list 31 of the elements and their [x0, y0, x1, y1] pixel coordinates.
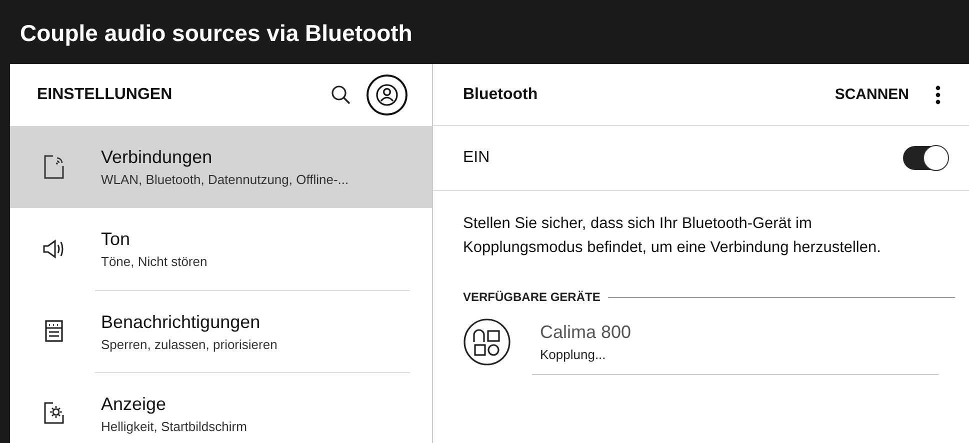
page-title: Couple audio sources via Bluetooth: [20, 20, 412, 46]
item-subtitle: Sperren, zulassen, priorisieren: [101, 336, 278, 352]
settings-title: EINSTELLUNGEN: [37, 86, 174, 104]
item-title: Ton: [101, 229, 132, 250]
bluetooth-switch[interactable]: [903, 146, 947, 170]
item-title: Anzeige: [101, 394, 168, 414]
item-title: Verbindungen: [101, 147, 214, 168]
item-subtitle: WLAN, Bluetooth, Datennutzung, Offline-...: [101, 172, 350, 187]
display-settings-icon: [42, 401, 64, 425]
device-item[interactable]: Calima 800 Kopplung...: [463, 318, 969, 366]
item-subtitle: Töne, Nicht stören: [101, 254, 208, 269]
settings-item[interactable]: Benachrichtigungen Sperren, zulassen, priorisieren: [10, 290, 432, 372]
item-subtitle: Helligkeit, Startbildschirm: [101, 418, 248, 434]
audio-device-icon: [463, 318, 511, 366]
device-status: Kopplung...: [540, 347, 607, 362]
section-title: VERFÜGBARE GERÄTE: [463, 290, 600, 304]
device-signal-icon: [42, 154, 64, 180]
notification-list-icon: [44, 320, 62, 342]
settings-item[interactable]: Verbindungen WLAN, Bluetooth, Datennutzung, Offline-...: [10, 126, 432, 208]
scan-button[interactable]: SCANNEN: [830, 82, 913, 107]
speaker-icon: [42, 239, 64, 259]
settings-item[interactable]: Anzeige Helligkeit, Startbildschirm: [10, 372, 432, 443]
instruction-text: Stellen Sie sicher, dass sich Ihr Bluetooth-Gerät im Kopplungsmodus befindet, um eine Verbindung herzustellen.: [463, 214, 882, 258]
profile-icon[interactable]: [366, 74, 408, 116]
settings-item[interactable]: Ton Töne, Nicht stören: [10, 208, 432, 290]
toggle-label: EIN: [463, 149, 491, 167]
search-icon[interactable]: [331, 85, 351, 105]
bluetooth-title: Bluetooth: [463, 86, 539, 104]
more-icon[interactable]: [935, 84, 941, 104]
device-name: Calima 800: [540, 322, 632, 343]
item-title: Benachrichtigungen: [101, 312, 262, 332]
